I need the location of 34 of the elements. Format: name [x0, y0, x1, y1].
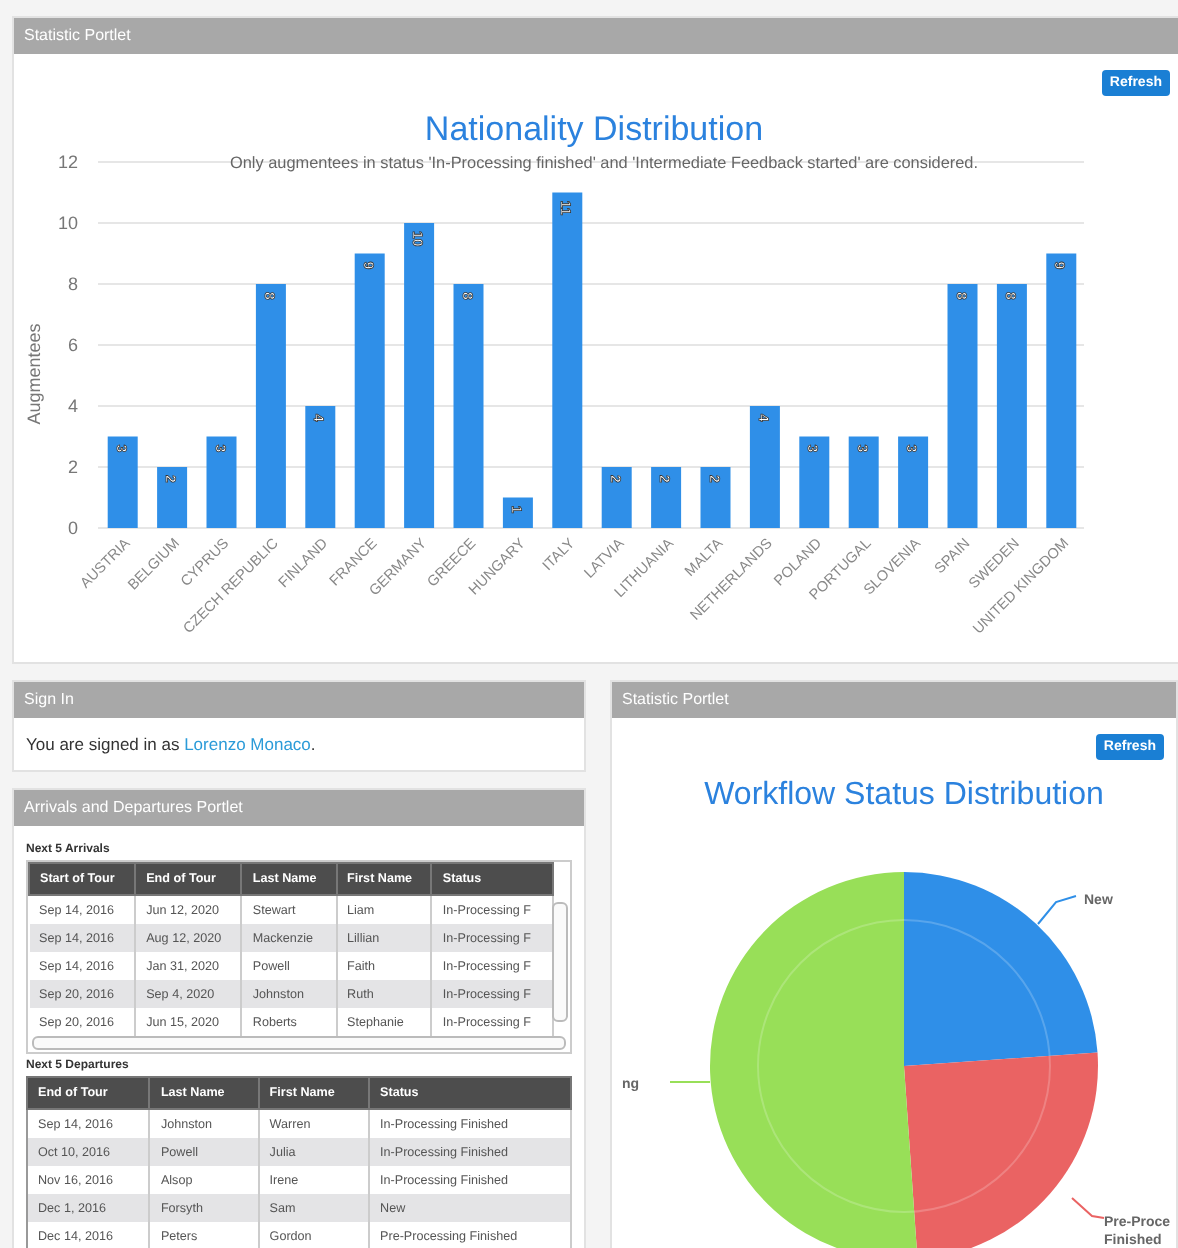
leader-line — [1037, 895, 1077, 925]
y-tick-label: 10 — [57, 213, 78, 233]
y-tick-label: 0 — [67, 518, 78, 538]
y-tick-label: 6 — [67, 335, 78, 355]
bar — [898, 436, 929, 528]
leader-line — [1071, 1197, 1105, 1219]
bar — [651, 467, 682, 528]
y-tick-label: 2 — [67, 457, 78, 477]
chart-subtitle: Only augmentees in status 'In-Processing finished' and 'Intermediate Feedback started' are considered. — [230, 154, 978, 172]
horizontal-scrollbar[interactable] — [32, 1036, 566, 1050]
chart-title: Nationality Distribution — [424, 110, 764, 148]
bar — [502, 497, 533, 528]
bar — [848, 436, 879, 528]
vertical-scrollbar[interactable] — [552, 902, 568, 1022]
leader-line — [669, 1081, 711, 1083]
portlet-header: Arrivals and Departures Portlet — [14, 790, 584, 826]
y-tick-label: 4 — [67, 396, 78, 416]
bar — [305, 406, 336, 528]
bar — [157, 467, 188, 528]
chart-title: Workflow Status Distribution — [704, 778, 1104, 812]
y-axis-label: Augmentees — [24, 323, 44, 425]
bar — [799, 436, 830, 528]
user-link[interactable]: Lorenzo Monaco — [184, 734, 311, 754]
bar — [601, 467, 632, 528]
y-tick-label: 12 — [57, 152, 78, 172]
y-tick-label: 8 — [67, 274, 78, 294]
portlet-header: Statistic Portlet — [612, 682, 1176, 718]
signed-in-text: You are signed in as Lorenzo Monaco. — [24, 732, 318, 758]
bar — [107, 436, 138, 528]
bar — [749, 406, 780, 528]
portlet-header: Sign In — [14, 682, 584, 718]
portlet-header: Statistic Portlet — [14, 18, 1178, 54]
bar — [700, 467, 731, 528]
bar — [206, 436, 237, 528]
